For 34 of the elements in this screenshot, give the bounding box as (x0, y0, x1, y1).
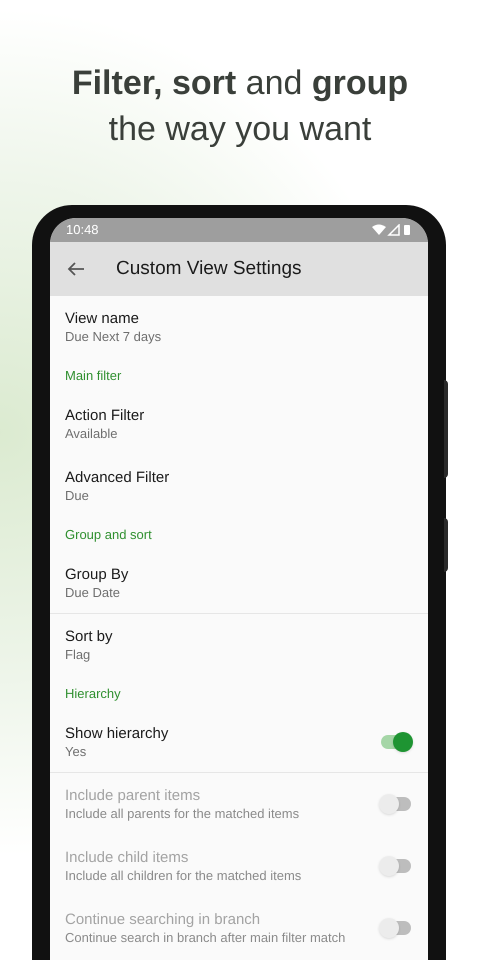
toggle-switch[interactable] (379, 730, 413, 752)
setting-title: Continue searching in branch (65, 910, 262, 929)
setting-value: Include all children for the matched items (65, 867, 302, 884)
setting-title: Advanced Filter (65, 468, 170, 487)
setting-title: Group By (65, 564, 130, 584)
section-header: Hierarchy (65, 684, 121, 703)
settings-row[interactable]: View name Due Next 7 days (50, 296, 428, 358)
headline: the way you want (108, 109, 372, 150)
setting-value: Due (65, 487, 90, 504)
section-header: Main filter (65, 366, 122, 385)
toolbar-title: Custom View Settings (116, 256, 302, 281)
settings-row[interactable]: Group By Due Date (50, 552, 428, 614)
setting-value: Flag (65, 646, 92, 663)
settings-row[interactable]: Show hierarchy Yes (50, 711, 428, 773)
settings-row[interactable]: Sort by Flag (50, 614, 428, 676)
setting-value: Yes (65, 742, 88, 760)
setting-value: Available (65, 425, 119, 442)
settings-row[interactable]: Action Filter Available (50, 393, 428, 455)
back-arrow-icon[interactable] (66, 261, 86, 277)
setting-value: Due Date (65, 584, 121, 600)
setting-title: Include parent items (65, 786, 202, 805)
setting-title: Include child items (65, 848, 190, 867)
setting-value: Due Next 7 days (65, 328, 162, 345)
status-icons (372, 224, 412, 236)
section-header: Group and sort (65, 526, 152, 544)
setting-value: Continue search in branch after main filter match (65, 929, 346, 946)
setting-value: Include all parents for the matched items (65, 805, 300, 822)
headline: Filter, sort and group (72, 63, 408, 104)
settings-row[interactable]: Advanced Filter Due (50, 455, 428, 517)
setting-title: Action Filter (65, 406, 146, 425)
setting-title: View name (65, 309, 140, 328)
setting-title: Show hierarchy (65, 724, 170, 742)
setting-title: Sort by (65, 627, 114, 646)
status-time: 10:48 (66, 221, 99, 240)
